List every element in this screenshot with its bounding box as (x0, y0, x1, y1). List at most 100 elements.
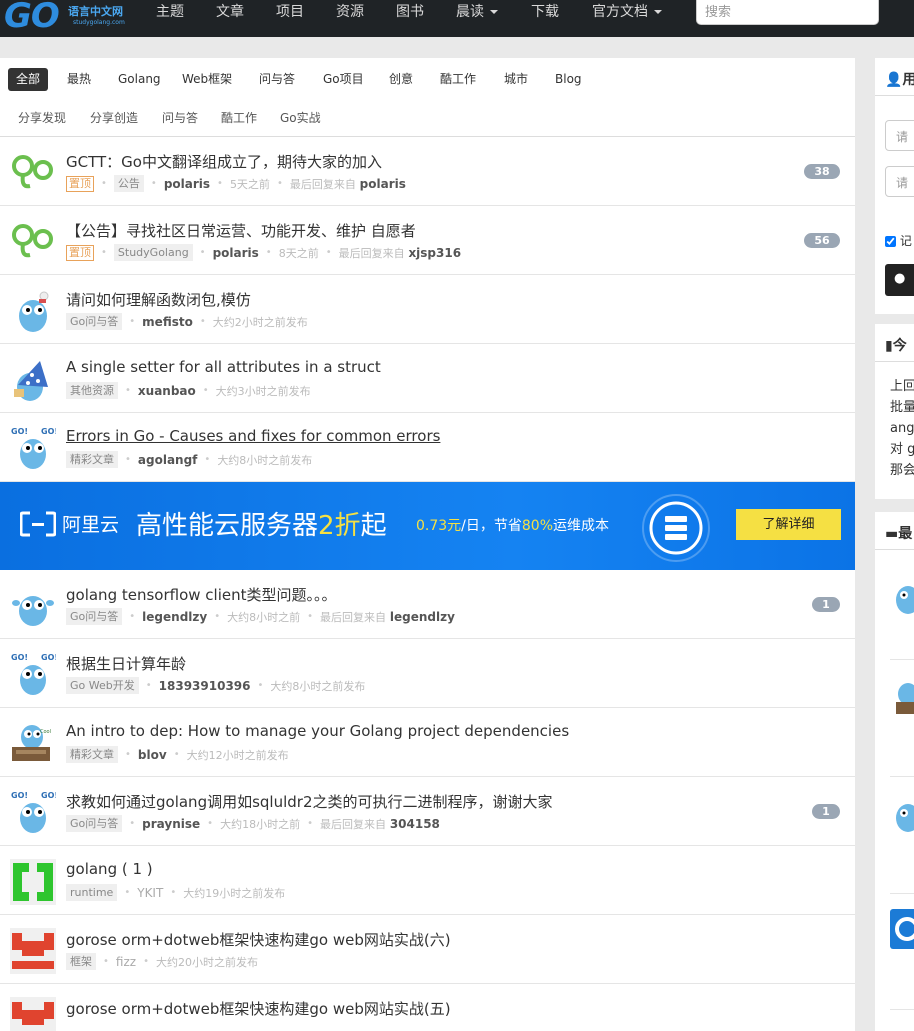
topic-node[interactable]: 框架 (66, 953, 96, 970)
tab-all[interactable]: 全部 (8, 68, 49, 91)
topic-node[interactable]: Go问与答 (66, 608, 123, 625)
nav-books[interactable]: 图书 (396, 0, 424, 26)
search-input[interactable] (696, 0, 879, 25)
reply-count-badge[interactable]: 1 (812, 597, 840, 612)
topic-title[interactable]: A single setter for all attributes in a … (66, 358, 381, 376)
tab-qa[interactable]: 问与答 (259, 68, 295, 91)
aliyun-ad-banner[interactable]: 阿里云 高性能云服务器2折起 0.73元/日，节省80%运维成本 了解详细 (0, 482, 855, 570)
topic-node[interactable]: Go问与答 (66, 815, 123, 832)
nav-resources[interactable]: 资源 (336, 0, 364, 26)
subtab-jobs[interactable]: 酷工作 (221, 109, 257, 126)
gopher-avatar[interactable] (890, 580, 914, 616)
topic-time: 大约18小时之前 (220, 817, 301, 831)
today-text-line: 上回 (890, 379, 914, 394)
gopher-avatar[interactable] (890, 798, 914, 834)
topic-title[interactable]: golang tensorflow client类型问题。。。 (66, 584, 337, 605)
topic-title[interactable]: GCTT：Go中文翻译组成立了，期待大家的加入 (66, 151, 382, 172)
gopher-avatar[interactable] (10, 288, 56, 334)
subtab-go-practice[interactable]: Go实战 (280, 109, 321, 126)
ad-learn-more-button[interactable]: 了解详细 (736, 509, 841, 540)
topic-title[interactable]: 请问如何理解函数闭包,模仿 (66, 289, 251, 310)
topic-meta: Go问与答 • legendlzy • 大约8小时之前 • 最后回复来自 legend… (66, 608, 455, 625)
topic-node[interactable]: StudyGolang (113, 244, 193, 261)
tab-golang[interactable]: Golang (118, 68, 161, 91)
topic-author[interactable]: mefisto (142, 315, 193, 329)
identicon-red-avatar[interactable] (10, 997, 56, 1031)
reply-prefix: 最后回复来自 (289, 177, 356, 191)
topic-author[interactable]: legendlzy (142, 610, 207, 624)
gopher-box-avatar[interactable] (890, 680, 914, 716)
last-reply-user[interactable]: xjsp316 (408, 246, 461, 260)
topic-meta: 精彩文章 • blov • 大约12小时之前发布 (66, 746, 289, 763)
nav-articles[interactable]: 文章 (216, 0, 244, 26)
blue-logo-avatar[interactable] (890, 909, 914, 949)
tab-blog[interactable]: Blog (555, 68, 582, 91)
last-reply-user[interactable]: polaris (360, 177, 406, 191)
gopher-box-avatar[interactable]: Cool (10, 721, 56, 767)
topic-row: 【公告】寻找社区日常运营、功能开发、维护 自愿者 置顶 • StudyGolang… (0, 206, 855, 275)
subtab-share-discovery[interactable]: 分享发现 (18, 109, 66, 126)
subtab-share-creation[interactable]: 分享创造 (90, 109, 138, 126)
go-logo-avatar[interactable] (10, 219, 56, 265)
tab-jobs[interactable]: 酷工作 (440, 68, 476, 91)
gopher-go-avatar[interactable]: GO! GO! (10, 426, 56, 472)
nav-topics[interactable]: 主题 (156, 0, 184, 26)
reply-count-badge[interactable]: 38 (804, 164, 840, 179)
topic-node[interactable]: 精彩文章 (66, 451, 118, 468)
topic-author[interactable]: agolangf (138, 453, 198, 467)
topic-author[interactable]: fizz (116, 955, 136, 969)
gopher-wizard-avatar[interactable] (10, 357, 56, 403)
last-reply-user[interactable]: 304158 (390, 817, 440, 831)
remember-checkbox[interactable] (885, 236, 896, 247)
github-login-button[interactable]: ● (885, 264, 914, 296)
today-panel-title: 今 (892, 338, 907, 354)
tab-ideas[interactable]: 创意 (389, 68, 413, 91)
tab-web-framework[interactable]: Web框架 (182, 68, 232, 91)
reply-count-badge[interactable]: 1 (812, 804, 840, 819)
topic-author[interactable]: xuanbao (138, 384, 196, 398)
go-logo-avatar[interactable] (10, 150, 56, 196)
remember-me[interactable]: 记 (885, 232, 912, 249)
topic-author[interactable]: YKIT (137, 886, 163, 900)
nav-projects[interactable]: 项目 (276, 0, 304, 26)
topic-author[interactable]: praynise (142, 817, 200, 831)
nav-official-docs-label: 官方文档 (592, 4, 648, 20)
topic-node[interactable]: runtime (66, 884, 118, 901)
topic-title[interactable]: 根据生日计算年龄 (66, 653, 186, 674)
topic-title[interactable]: gorose orm+dotweb框架快速构建go web网站实战(五) (66, 998, 451, 1019)
topic-title[interactable]: golang ( 1 ) (66, 860, 153, 878)
tab-go-projects[interactable]: Go项目 (323, 68, 364, 91)
nav-morning-read[interactable]: 晨读 (456, 0, 498, 26)
login-panel-header: 👤用 (875, 58, 914, 96)
gopher-avatar[interactable] (10, 583, 56, 629)
gopher-go-avatar[interactable]: GO! GO! (10, 790, 56, 836)
topic-node[interactable]: Go Web开发 (66, 677, 139, 694)
topic-author[interactable]: polaris (213, 246, 259, 260)
topic-author[interactable]: blov (138, 748, 167, 762)
last-reply-user[interactable]: legendlzy (390, 610, 455, 624)
tab-hot[interactable]: 最热 (67, 68, 91, 91)
gopher-go-avatar[interactable]: GO! GO! (10, 652, 56, 698)
topic-title[interactable]: gorose orm+dotweb框架快速构建go web网站实战(六) (66, 929, 451, 950)
topic-author[interactable]: polaris (164, 177, 210, 191)
password-input[interactable]: 请 (885, 166, 914, 197)
nav-downloads[interactable]: 下载 (531, 0, 559, 26)
topic-node[interactable]: 精彩文章 (66, 746, 118, 763)
topic-node[interactable]: 公告 (113, 175, 144, 192)
subtab-qa[interactable]: 问与答 (162, 109, 198, 126)
site-logo[interactable]: GO 语言中文网 studygolang.com (4, 0, 125, 37)
topic-author[interactable]: 18393910396 (159, 679, 251, 693)
topic-title[interactable]: Errors in Go - Causes and fixes for comm… (66, 427, 440, 445)
topic-node[interactable]: Go问与答 (66, 313, 123, 330)
username-input[interactable]: 请 (885, 120, 914, 151)
reply-count-badge[interactable]: 56 (804, 233, 840, 248)
tab-city[interactable]: 城市 (504, 68, 528, 91)
topic-title[interactable]: An intro to dep: How to manage your Gola… (66, 722, 569, 740)
identicon-red-avatar[interactable] (10, 928, 56, 974)
nav-official-docs[interactable]: 官方文档 (592, 0, 662, 26)
topic-meta: 其他资源 • xuanbao • 大约3小时之前发布 (66, 382, 311, 399)
topic-title[interactable]: 【公告】寻找社区日常运营、功能开发、维护 自愿者 (66, 220, 416, 241)
topic-title[interactable]: 求教如何通过golang调用如sqluldr2之类的可执行二进制程序，谢谢大家 (66, 791, 553, 812)
topic-node[interactable]: 其他资源 (66, 382, 118, 399)
identicon-green-avatar[interactable] (10, 859, 56, 905)
